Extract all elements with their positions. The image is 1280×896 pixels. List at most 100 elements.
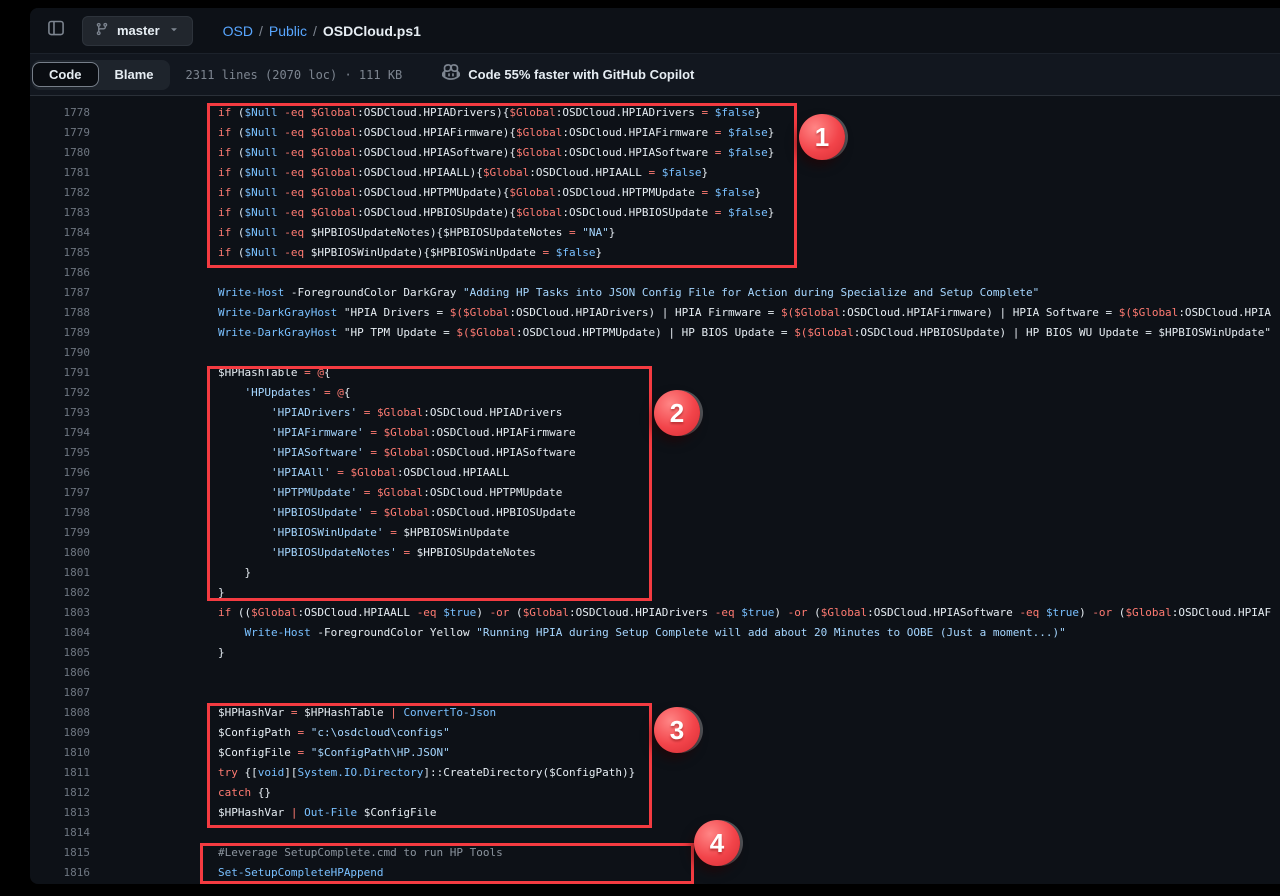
line-number[interactable]: 1781 [30, 163, 90, 183]
code-line: $HPHashVar = $HPHashTable | ConvertTo-Js… [165, 703, 496, 723]
code-line: if ($Null -eq $Global:OSDCloud.HPTPMUpda… [165, 183, 761, 203]
breadcrumb-repo-link[interactable]: OSD [223, 23, 253, 39]
file-tree-toggle-button[interactable] [42, 17, 70, 45]
line-number[interactable]: 1809 [30, 723, 90, 743]
code-line: $HPHashVar | Out-File $ConfigFile [165, 803, 437, 823]
code-line: 'HPIASoftware' = $Global:OSDCloud.HPIASo… [165, 443, 576, 463]
line-number[interactable]: 1816 [30, 863, 90, 883]
code-row: 1811 try {[void][System.IO.Directory]::C… [30, 763, 1280, 783]
code-row: 1798 'HPBIOSUpdate' = $Global:OSDCloud.H… [30, 503, 1280, 523]
line-number[interactable]: 1803 [30, 603, 90, 623]
line-number[interactable]: 1778 [30, 103, 90, 123]
code-line: 'HPBIOSWinUpdate' = $HPBIOSWinUpdate [165, 523, 509, 543]
line-number[interactable]: 1791 [30, 363, 90, 383]
line-number[interactable]: 1790 [30, 343, 90, 363]
line-number[interactable]: 1779 [30, 123, 90, 143]
code-lines: 1778 if ($Null -eq $Global:OSDCloud.HPIA… [30, 96, 1280, 883]
line-number[interactable]: 1814 [30, 823, 90, 843]
code-line: if (($Global:OSDCloud.HPIAALL -eq $true)… [165, 603, 1271, 623]
line-number[interactable]: 1783 [30, 203, 90, 223]
code-row: 1810 $ConfigFile = "$ConfigPath\HP.JSON" [30, 743, 1280, 763]
code-line: 'HPBIOSUpdateNotes' = $HPBIOSUpdateNotes [165, 543, 536, 563]
code-row: 1789 Write-DarkGrayHost "HP TPM Update =… [30, 323, 1280, 343]
code-row: 1781 if ($Null -eq $Global:OSDCloud.HPIA… [30, 163, 1280, 183]
code-line: if ($Null -eq $Global:OSDCloud.HPBIOSUpd… [165, 203, 774, 223]
line-number[interactable]: 1793 [30, 403, 90, 423]
code-blame-segmented-control: Code Blame [32, 60, 170, 90]
code-row: 1796 'HPIAAll' = $Global:OSDCloud.HPIAAL… [30, 463, 1280, 483]
code-row: 1795 'HPIASoftware' = $Global:OSDCloud.H… [30, 443, 1280, 463]
code-row: 1782 if ($Null -eq $Global:OSDCloud.HPTP… [30, 183, 1280, 203]
code-line: $ConfigPath = "c:\osdcloud\configs" [165, 723, 450, 743]
code-line: 'HPIAFirmware' = $Global:OSDCloud.HPIAFi… [165, 423, 576, 443]
line-number[interactable]: 1813 [30, 803, 90, 823]
line-number[interactable]: 1810 [30, 743, 90, 763]
code-line: Write-DarkGrayHost "HPIA Drivers = $($Gl… [165, 303, 1271, 323]
line-number[interactable]: 1788 [30, 303, 90, 323]
line-number[interactable]: 1799 [30, 523, 90, 543]
line-number[interactable]: 1795 [30, 443, 90, 463]
code-line: Set-SetupCompleteHPAppend [165, 863, 384, 883]
line-number[interactable]: 1815 [30, 843, 90, 863]
code-line: 'HPBIOSUpdate' = $Global:OSDCloud.HPBIOS… [165, 503, 576, 523]
line-number[interactable]: 1798 [30, 503, 90, 523]
line-number[interactable]: 1784 [30, 223, 90, 243]
line-number[interactable]: 1792 [30, 383, 90, 403]
code-row: 1790 [30, 343, 1280, 363]
line-number[interactable]: 1786 [30, 263, 90, 283]
code-line: #Leverage SetupComplete.cmd to run HP To… [165, 843, 503, 863]
line-number[interactable]: 1812 [30, 783, 90, 803]
branch-selector-button[interactable]: master [82, 16, 193, 46]
code-row: 1813 $HPHashVar | Out-File $ConfigFile [30, 803, 1280, 823]
code-line: if ($Null -eq $Global:OSDCloud.HPIASoftw… [165, 143, 774, 163]
git-branch-icon [95, 22, 109, 39]
code-row: 1780 if ($Null -eq $Global:OSDCloud.HPIA… [30, 143, 1280, 163]
line-number[interactable]: 1794 [30, 423, 90, 443]
breadcrumb-folder-link[interactable]: Public [269, 23, 307, 39]
line-number[interactable]: 1780 [30, 143, 90, 163]
line-number[interactable]: 1801 [30, 563, 90, 583]
code-line: if ($Null -eq $Global:OSDCloud.HPIAALL){… [165, 163, 708, 183]
line-number[interactable]: 1811 [30, 763, 90, 783]
line-number[interactable]: 1789 [30, 323, 90, 343]
code-row: 1801 } [30, 563, 1280, 583]
code-line: 'HPIADrivers' = $Global:OSDCloud.HPIADri… [165, 403, 562, 423]
line-number[interactable]: 1782 [30, 183, 90, 203]
line-number[interactable]: 1806 [30, 663, 90, 683]
code-row: 1800 'HPBIOSUpdateNotes' = $HPBIOSUpdate… [30, 543, 1280, 563]
line-number[interactable]: 1800 [30, 543, 90, 563]
line-number[interactable]: 1804 [30, 623, 90, 643]
blob-toolbar: Code Blame 2311 lines (2070 loc) · 111 K… [30, 54, 1280, 96]
code-row: 1815 #Leverage SetupComplete.cmd to run … [30, 843, 1280, 863]
line-number[interactable]: 1796 [30, 463, 90, 483]
line-number[interactable]: 1797 [30, 483, 90, 503]
code-row: 1797 'HPTPMUpdate' = $Global:OSDCloud.HP… [30, 483, 1280, 503]
line-number[interactable]: 1785 [30, 243, 90, 263]
code-row: 1788 Write-DarkGrayHost "HPIA Drivers = … [30, 303, 1280, 323]
code-line: Write-DarkGrayHost "HP TPM Update = $($G… [165, 323, 1271, 343]
line-number[interactable]: 1807 [30, 683, 90, 703]
code-line: if ($Null -eq $HPBIOSWinUpdate){$HPBIOSW… [165, 243, 602, 263]
line-number[interactable]: 1805 [30, 643, 90, 663]
copilot-banner[interactable]: Code 55% faster with GitHub Copilot [442, 63, 694, 86]
code-row: 1816 Set-SetupCompleteHPAppend [30, 863, 1280, 883]
code-row: 1779 if ($Null -eq $Global:OSDCloud.HPIA… [30, 123, 1280, 143]
code-line: catch {} [165, 783, 271, 803]
tab-code[interactable]: Code [32, 62, 99, 87]
code-line: 'HPIAAll' = $Global:OSDCloud.HPIAALL [165, 463, 509, 483]
line-number[interactable]: 1802 [30, 583, 90, 603]
line-number[interactable]: 1787 [30, 283, 90, 303]
breadcrumb-separator: / [259, 23, 263, 39]
breadcrumb-file-name: OSDCloud.ps1 [323, 23, 421, 39]
code-row: 1814 [30, 823, 1280, 843]
code-line: } [165, 643, 225, 663]
line-number[interactable]: 1808 [30, 703, 90, 723]
code-line: } [165, 583, 225, 603]
breadcrumb-separator: / [313, 23, 317, 39]
code-row: 1808 $HPHashVar = $HPHashTable | Convert… [30, 703, 1280, 723]
code-row: 1793 'HPIADrivers' = $Global:OSDCloud.HP… [30, 403, 1280, 423]
code-row: 1809 $ConfigPath = "c:\osdcloud\configs" [30, 723, 1280, 743]
tab-blame[interactable]: Blame [99, 63, 170, 86]
branch-name-label: master [117, 23, 160, 38]
code-line: $ConfigFile = "$ConfigPath\HP.JSON" [165, 743, 450, 763]
